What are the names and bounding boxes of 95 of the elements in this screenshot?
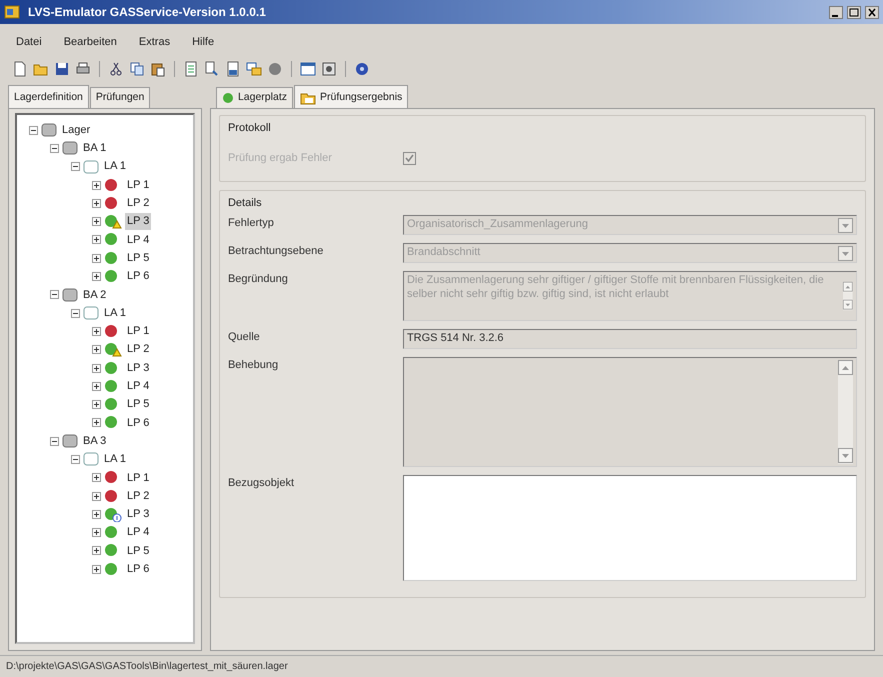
tree-item[interactable]: LP 4	[125, 524, 152, 541]
expand-icon[interactable]	[92, 326, 101, 336]
window-icon[interactable]	[300, 61, 316, 77]
tree-item[interactable]: LP 1	[125, 323, 152, 340]
tree-item[interactable]: LP 6	[125, 561, 152, 578]
folder-node-icon	[41, 123, 57, 138]
tree-item[interactable]: BA 2	[81, 286, 108, 304]
tree-item[interactable]: LP 2	[125, 488, 152, 504]
tab[interactable]: Prüfungsergebnis	[294, 85, 408, 108]
tab[interactable]: Prüfungen	[90, 87, 150, 108]
expand-icon[interactable]	[92, 180, 101, 190]
field-label: Behebung	[228, 358, 280, 373]
area-node-icon	[83, 452, 99, 466]
tree-item[interactable]: LP 3	[125, 213, 152, 230]
folder-node-icon	[62, 141, 78, 156]
field-label: Betrachtungsebene	[228, 244, 324, 259]
folder-node-icon	[62, 434, 78, 448]
tab[interactable]: Lagerplatz	[216, 87, 293, 108]
expand-icon[interactable]	[92, 510, 101, 519]
folder-node-icon	[62, 288, 78, 302]
collapse-icon[interactable]	[50, 144, 59, 153]
tree-item[interactable]: LA 1	[102, 304, 128, 322]
collapse-icon[interactable]	[71, 308, 80, 318]
tree-item[interactable]: LA 1	[102, 158, 128, 175]
tree-item[interactable]: LP 5	[125, 542, 152, 560]
collapse-icon[interactable]	[29, 126, 38, 135]
tree-item[interactable]: Lager	[60, 122, 92, 138]
tree-item[interactable]: LP 2	[125, 195, 152, 212]
status-dot-icon	[222, 92, 234, 104]
tree-item[interactable]: BA 3	[81, 432, 108, 450]
expand-icon[interactable]	[92, 198, 101, 208]
tab[interactable]: Lagerdefinition	[8, 85, 89, 108]
expand-icon[interactable]	[92, 400, 101, 410]
group-title: Details	[228, 196, 263, 210]
tree-item[interactable]: LP 3	[125, 506, 152, 523]
close-icon[interactable]	[865, 6, 879, 18]
tree-item[interactable]: LP 3	[125, 360, 152, 376]
document-arrow-icon[interactable]	[204, 61, 220, 77]
expand-icon[interactable]	[92, 364, 101, 372]
paste-icon[interactable]	[150, 61, 166, 77]
menu-item[interactable]: Datei	[16, 34, 42, 50]
circle-icon[interactable]	[267, 61, 283, 77]
folder-icon	[300, 92, 316, 105]
tree-item[interactable]: LP 6	[125, 268, 152, 285]
document-icon[interactable]	[225, 61, 241, 77]
copy-icon[interactable]	[129, 61, 145, 77]
maximize-icon[interactable]	[847, 6, 861, 18]
area-node-icon	[83, 306, 99, 320]
tree-item[interactable]: LP 6	[125, 414, 152, 432]
field-label: Quelle	[228, 330, 261, 345]
expand-icon[interactable]	[92, 473, 101, 482]
tree-item[interactable]: LP 5	[125, 250, 152, 266]
tree-item[interactable]: LP 5	[125, 396, 152, 413]
checkbox-label: Prüfung ergab Fehler	[228, 151, 333, 166]
collapse-icon[interactable]	[71, 162, 80, 172]
field-label: Begründung	[228, 272, 289, 287]
expand-icon[interactable]	[92, 382, 101, 391]
tree-item[interactable]: LA 1	[102, 451, 128, 468]
expand-icon[interactable]	[92, 546, 101, 556]
collapse-icon[interactable]	[50, 290, 59, 300]
collapse-icon[interactable]	[71, 454, 80, 464]
field-label: Fehlertyp	[228, 216, 275, 231]
expand-icon[interactable]	[92, 254, 101, 263]
window-icon[interactable]	[321, 61, 337, 77]
tree-item[interactable]: LP 1	[125, 176, 152, 194]
menu-item[interactable]: Hilfe	[192, 34, 214, 50]
window-title: LVS-Emulator GASService-Version 1.0.0.1	[28, 4, 267, 21]
menu-item[interactable]: Extras	[138, 34, 170, 50]
expand-icon[interactable]	[92, 217, 101, 226]
help-icon[interactable]	[354, 61, 370, 77]
status-text: D:\projekte\GAS\GAS\GASTools\Bin\lagertest_mit_säuren.lager	[6, 660, 288, 674]
document-icon[interactable]	[183, 61, 199, 77]
windows-icon[interactable]	[246, 61, 262, 77]
expand-icon[interactable]	[92, 492, 101, 501]
save-icon[interactable]	[54, 61, 70, 77]
collapse-icon[interactable]	[50, 436, 59, 446]
tree-item[interactable]: LP 1	[125, 470, 152, 486]
group-title: Protokoll	[228, 121, 272, 136]
new-file-icon[interactable]	[12, 61, 28, 77]
expand-icon[interactable]	[92, 235, 101, 244]
cut-icon[interactable]	[108, 61, 124, 77]
tree-item[interactable]: LP 4	[125, 232, 152, 248]
expand-icon[interactable]	[92, 564, 101, 574]
expand-icon[interactable]	[92, 345, 101, 354]
tree-item[interactable]: LP 4	[125, 378, 152, 395]
area-node-icon	[83, 160, 99, 174]
menu-item[interactable]: Bearbeiten	[64, 34, 117, 50]
tree-item[interactable]: BA 1	[81, 140, 108, 157]
expand-icon[interactable]	[92, 418, 101, 428]
expand-icon[interactable]	[92, 528, 101, 538]
tree-item[interactable]: LP 2	[125, 341, 152, 358]
field-label: Bezugsobjekt	[228, 476, 295, 491]
app-icon	[4, 4, 20, 20]
minimize-icon[interactable]	[829, 6, 843, 18]
expand-icon[interactable]	[92, 272, 101, 282]
